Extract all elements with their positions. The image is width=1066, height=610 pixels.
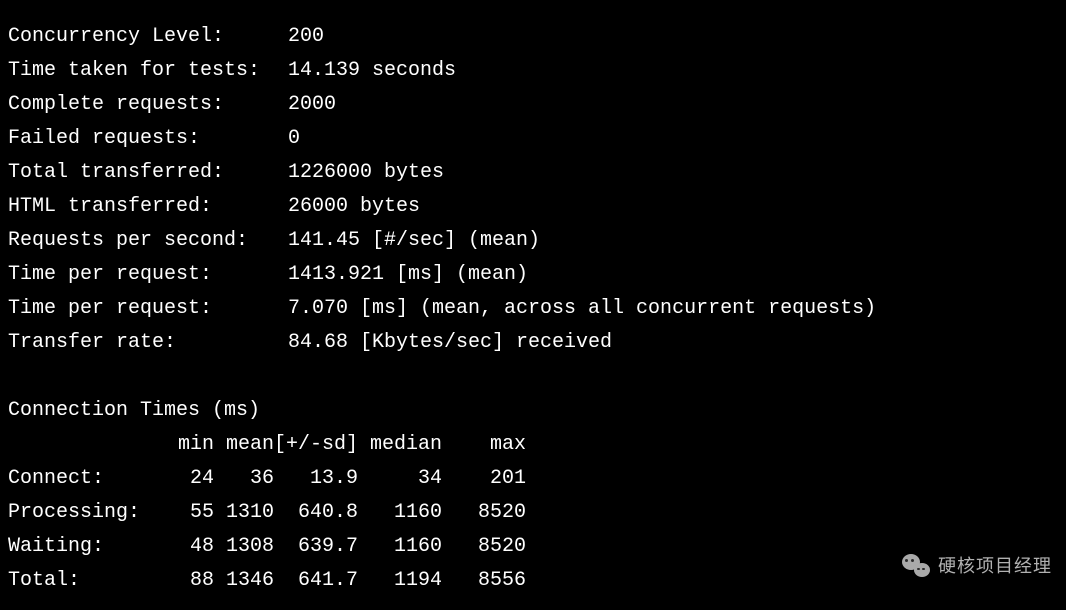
summary-row: Complete requests:2000 bbox=[8, 88, 876, 122]
connection-time-row: Total:881346641.711948556 bbox=[8, 564, 526, 598]
summary-label: HTML transferred: bbox=[8, 190, 288, 224]
summary-row: Total transferred:1226000 bytes bbox=[8, 156, 876, 190]
summary-row: Concurrency Level:200 bbox=[8, 20, 876, 54]
wechat-icon bbox=[902, 554, 932, 580]
cell-median: 34 bbox=[358, 462, 442, 496]
cell-label: Processing: bbox=[8, 496, 158, 530]
cell-max: 8520 bbox=[442, 496, 526, 530]
summary-label: Requests per second: bbox=[8, 224, 288, 258]
summary-table: Concurrency Level:200Time taken for test… bbox=[8, 20, 876, 360]
summary-value: 7.070 [ms] (mean, across all concurrent … bbox=[288, 292, 876, 326]
cell-median: 1160 bbox=[358, 496, 442, 530]
cell-min: 24 bbox=[158, 462, 214, 496]
cell-min: 88 bbox=[158, 564, 214, 598]
summary-value: 200 bbox=[288, 20, 876, 54]
cell-mean: 1310 bbox=[214, 496, 274, 530]
summary-value: 1413.921 [ms] (mean) bbox=[288, 258, 876, 292]
summary-row: Requests per second:141.45 [#/sec] (mean… bbox=[8, 224, 876, 258]
cell-sd: 13.9 bbox=[274, 462, 358, 496]
cell-label: Connect: bbox=[8, 462, 158, 496]
cell-label: Waiting: bbox=[8, 530, 158, 564]
summary-row: Time taken for tests:14.139 seconds bbox=[8, 54, 876, 88]
cell-min: 48 bbox=[158, 530, 214, 564]
summary-label: Failed requests: bbox=[8, 122, 288, 156]
summary-label: Time taken for tests: bbox=[8, 54, 288, 88]
summary-label: Complete requests: bbox=[8, 88, 288, 122]
cell-sd: 641.7 bbox=[274, 564, 358, 598]
summary-value: 141.45 [#/sec] (mean) bbox=[288, 224, 876, 258]
summary-row: Time per request:1413.921 [ms] (mean) bbox=[8, 258, 876, 292]
summary-value: 84.68 [Kbytes/sec] received bbox=[288, 326, 876, 360]
summary-label: Total transferred: bbox=[8, 156, 288, 190]
summary-value: 26000 bytes bbox=[288, 190, 876, 224]
connection-times-columns: min mean [+/-sd] median max bbox=[8, 428, 526, 462]
cell-max: 201 bbox=[442, 462, 526, 496]
cell-median: 1194 bbox=[358, 564, 442, 598]
cell-mean: 36 bbox=[214, 462, 274, 496]
watermark-text: 硬核项目经理 bbox=[938, 551, 1052, 582]
cell-sd: 640.8 bbox=[274, 496, 358, 530]
cell-mean: 1308 bbox=[214, 530, 274, 564]
summary-label: Transfer rate: bbox=[8, 326, 288, 360]
summary-row: Transfer rate:84.68 [Kbytes/sec] receive… bbox=[8, 326, 876, 360]
cell-min: 55 bbox=[158, 496, 214, 530]
connection-time-row: Connect:243613.934201 bbox=[8, 462, 526, 496]
cell-max: 8520 bbox=[442, 530, 526, 564]
summary-row: HTML transferred:26000 bytes bbox=[8, 190, 876, 224]
connection-time-row: Waiting:481308639.711608520 bbox=[8, 530, 526, 564]
summary-row: Time per request:7.070 [ms] (mean, acros… bbox=[8, 292, 876, 326]
summary-value: 2000 bbox=[288, 88, 876, 122]
cell-sd: 639.7 bbox=[274, 530, 358, 564]
cell-label: Total: bbox=[8, 564, 158, 598]
summary-label: Time per request: bbox=[8, 258, 288, 292]
summary-value: 1226000 bytes bbox=[288, 156, 876, 190]
connection-times-table: min mean [+/-sd] median max Connect:2436… bbox=[8, 428, 526, 598]
cell-median: 1160 bbox=[358, 530, 442, 564]
summary-row: Failed requests:0 bbox=[8, 122, 876, 156]
summary-label: Concurrency Level: bbox=[8, 20, 288, 54]
summary-value: 14.139 seconds bbox=[288, 54, 876, 88]
watermark: 硬核项目经理 bbox=[902, 551, 1052, 582]
connection-times-header: Connection Times (ms) bbox=[8, 394, 1058, 428]
summary-value: 0 bbox=[288, 122, 876, 156]
summary-label: Time per request: bbox=[8, 292, 288, 326]
cell-max: 8556 bbox=[442, 564, 526, 598]
cell-mean: 1346 bbox=[214, 564, 274, 598]
connection-time-row: Processing:551310640.811608520 bbox=[8, 496, 526, 530]
